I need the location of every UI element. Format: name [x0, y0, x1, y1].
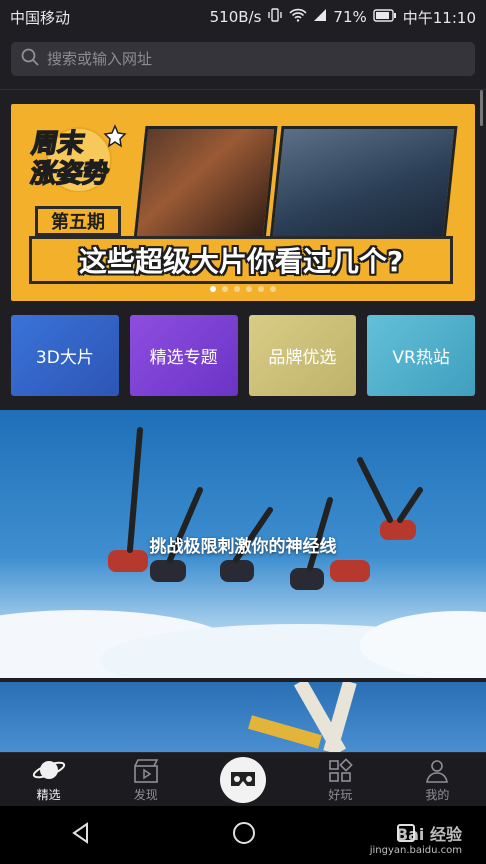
system-nav-bar: Bai 经验 jingyan.baidu.com — [0, 806, 486, 864]
divider — [0, 89, 486, 90]
tab-vr-mode[interactable] — [194, 753, 291, 807]
bottom-tab-bar: 精选 发现 好玩 我的 — [0, 752, 486, 807]
search-input[interactable] — [45, 49, 449, 69]
tab-fun[interactable]: 好玩 — [292, 753, 389, 807]
issue-tag: 第五期 — [35, 206, 121, 236]
carousel-dot[interactable] — [210, 286, 216, 292]
watermark-title: Bai 经验 — [395, 825, 462, 844]
battery-icon — [373, 8, 397, 26]
watermark-url: jingyan.baidu.com — [369, 845, 462, 856]
tab-featured[interactable]: 精选 — [0, 753, 97, 807]
feature-image — [248, 682, 357, 752]
clock: 中午11:10 — [402, 8, 476, 27]
scrollbar[interactable] — [480, 90, 483, 126]
category-vr-sites[interactable]: VR热站 — [367, 315, 475, 396]
category-label: 精选专题 — [149, 348, 218, 368]
banner-logo: 周末 涨姿势 — [27, 116, 137, 193]
carousel-dot[interactable] — [270, 286, 276, 292]
category-brand-picks[interactable]: 品牌优选 — [248, 315, 357, 396]
feature-video-card[interactable]: 挑战极限刺激你的神经线 — [0, 410, 486, 678]
carousel-dot[interactable] — [246, 286, 252, 292]
wifi-icon — [289, 8, 308, 26]
watermark: Bai 经验 jingyan.baidu.com — [370, 821, 462, 856]
category-tiles: 3D大片 精选专题 品牌优选 VR热站 — [11, 315, 475, 396]
carousel-dots — [11, 286, 475, 292]
vr-glasses-icon — [231, 772, 255, 786]
tab-discover[interactable]: 发现 — [97, 753, 194, 807]
search-icon — [21, 48, 39, 70]
svg-text:涨姿势: 涨姿势 — [29, 159, 111, 189]
status-indicators: 510B/s 71% 中午11:10 — [210, 7, 476, 28]
category-label: VR热站 — [392, 348, 450, 368]
apps-grid-icon — [329, 758, 353, 782]
vr-mode-button[interactable] — [220, 757, 266, 803]
battery-percent: 71% — [333, 8, 367, 26]
tab-label: 好玩 — [328, 788, 353, 802]
category-featured-topics[interactable]: 精选专题 — [129, 315, 238, 396]
carousel-dot[interactable] — [258, 286, 264, 292]
planet-icon — [32, 761, 65, 779]
tab-profile[interactable]: 我的 — [389, 753, 486, 807]
carrier-label: 中国移动 — [10, 8, 71, 27]
movie-poster — [132, 126, 278, 250]
tab-label: 发现 — [133, 788, 158, 802]
banner-headline: 这些超级大片你看过几个? — [29, 236, 453, 284]
movie-poster — [268, 126, 458, 250]
svg-text:周末: 周末 — [29, 129, 87, 159]
back-icon[interactable] — [70, 822, 92, 848]
clapperboard-icon — [133, 759, 159, 783]
tab-label: 精选 — [36, 788, 61, 802]
carousel-dot[interactable] — [222, 286, 228, 292]
signal-icon — [313, 8, 327, 26]
person-icon — [426, 760, 449, 783]
feature-title: 挑战极限刺激你的神经线 — [149, 537, 337, 557]
tab-label: 我的 — [425, 788, 450, 802]
category-label: 品牌优选 — [268, 348, 337, 368]
status-bar: 中国移动 510B/s 71% 中午11:10 — [0, 0, 486, 34]
feature-video-card[interactable] — [0, 682, 486, 752]
network-speed: 510B/s — [209, 8, 262, 26]
vibrate-icon — [267, 8, 283, 26]
carousel-dot[interactable] — [234, 286, 240, 292]
home-icon[interactable] — [232, 821, 256, 849]
search-bar[interactable] — [11, 42, 475, 76]
category-3d-movies[interactable]: 3D大片 — [11, 315, 119, 396]
promo-banner[interactable]: 周末 涨姿势 第五期 这些超级大片你看过几个? — [11, 104, 475, 301]
category-label: 3D大片 — [35, 348, 94, 368]
